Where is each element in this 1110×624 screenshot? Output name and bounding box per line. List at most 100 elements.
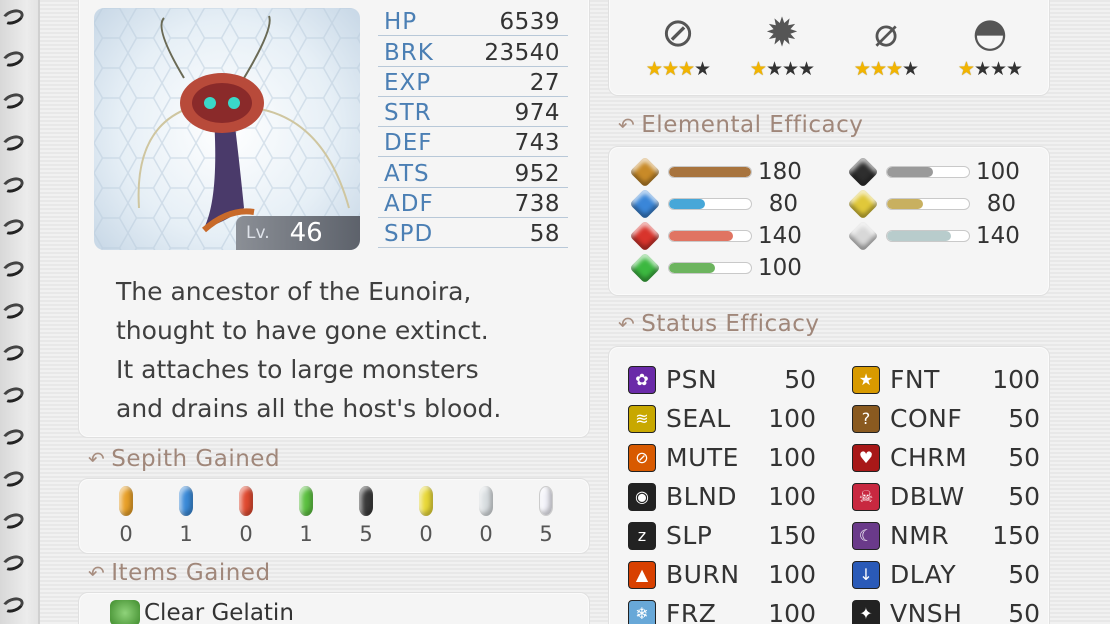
binding-ring — [0, 468, 26, 490]
level-badge: Lv. 46 — [236, 216, 360, 250]
sepith-item-mirage: 0 — [456, 486, 516, 546]
binding-ring — [0, 594, 26, 616]
status-value: 100 — [992, 365, 1040, 394]
stat-row-hp: HP 6539 — [378, 6, 568, 37]
status-value: 150 — [768, 521, 816, 550]
status-value: 50 — [1008, 482, 1040, 511]
status-value: 50 — [1008, 560, 1040, 589]
description-line: thought to have gone extinct. — [116, 316, 489, 345]
status-burn: ▲ BURN 100 — [628, 555, 816, 594]
stat-row-ats: ATS 952 — [378, 157, 568, 188]
sleep-icon: z — [628, 521, 656, 550]
binding-ring — [0, 384, 26, 406]
elem-value: 140 — [976, 223, 1020, 249]
binding-ring — [0, 216, 26, 238]
elemental-title-text: Elemental Efficacy — [641, 112, 864, 138]
elemental-section-title: ↶ Elemental Efficacy — [618, 112, 863, 138]
status-name: CONF — [890, 404, 963, 433]
stat-name: BRK — [384, 39, 434, 66]
stat-name: SPD — [384, 221, 434, 248]
mirage-gem-icon — [847, 220, 879, 252]
status-frz: ❄ FRZ 100 — [628, 594, 816, 624]
water-gem-icon — [629, 188, 661, 220]
elem-bar-fill — [669, 231, 733, 241]
status-value: 50 — [784, 365, 816, 394]
stat-row-def: DEF 743 — [378, 127, 568, 158]
status-name: VNSH — [890, 599, 963, 624]
binding-ring — [0, 90, 26, 112]
thrust-resist-icon: ✹ — [765, 10, 799, 56]
pierce-resist-icon: ⌀ — [873, 10, 899, 56]
status-dblw: ☠ DBLW 50 — [852, 477, 1040, 516]
sepith-item-fire: 0 — [216, 486, 276, 546]
stat-name: EXP — [384, 69, 432, 96]
fire-gem-icon — [629, 220, 661, 252]
sepith-title-text: Sepith Gained — [111, 446, 281, 472]
vanish-icon: ✦ — [852, 599, 880, 624]
confuse-icon: ? — [852, 404, 880, 433]
status-fnt: ★ FNT 100 — [852, 360, 1040, 399]
time-sepith-icon — [359, 486, 373, 516]
seal-icon: ≋ — [628, 404, 656, 433]
nightmare-icon: ☾ — [852, 521, 880, 550]
space-gem-icon — [847, 188, 879, 220]
stat-value: 738 — [514, 191, 560, 218]
status-slp: z SLP 150 — [628, 516, 816, 555]
faint-icon: ★ — [852, 365, 880, 394]
elem-value: 100 — [976, 159, 1020, 185]
status-title-text: Status Efficacy — [641, 311, 820, 337]
elem-water: 80 — [629, 188, 798, 220]
elem-bar — [668, 198, 752, 210]
rating-stars: ★★★★ — [957, 58, 1023, 80]
binding-ring — [0, 132, 26, 154]
status-mute: ⊘ MUTE 100 — [628, 438, 816, 477]
stat-name: STR — [384, 100, 432, 127]
stat-row-adf: ADF 738 — [378, 188, 568, 219]
status-value: 100 — [768, 482, 816, 511]
description-line: The ancestor of the Eunoira, — [116, 277, 472, 306]
status-seal: ≋ SEAL 100 — [628, 399, 816, 438]
level-value: 46 — [289, 218, 323, 248]
slash-resist-icon: ⊘ — [661, 10, 695, 56]
status-name: BURN — [666, 560, 740, 589]
elem-bar — [886, 230, 970, 242]
binding-ring — [0, 6, 26, 28]
water-sepith-icon — [179, 486, 193, 516]
status-blnd: ◉ BLND 100 — [628, 477, 816, 516]
item-entry[interactable]: Clear Gelatin — [110, 600, 294, 624]
sepith-count: 0 — [419, 522, 433, 546]
stat-row-str: STR 974 — [378, 97, 568, 128]
sepith-item-mass: 5 — [516, 486, 576, 546]
sepith-count: 5 — [539, 522, 553, 546]
status-value: 150 — [992, 521, 1040, 550]
status-name: PSN — [666, 365, 718, 394]
stat-name: ADF — [384, 191, 434, 218]
swirl-icon: ↶ — [618, 312, 636, 336]
swirl-icon: ↶ — [618, 113, 636, 137]
binding-ring — [0, 258, 26, 280]
status-name: NMR — [890, 521, 950, 550]
stat-name: DEF — [384, 130, 433, 157]
stat-value: 952 — [514, 160, 560, 187]
stat-value: 27 — [529, 69, 560, 96]
rating-stars: ★★★★ — [749, 58, 815, 80]
status-value: 50 — [1008, 599, 1040, 624]
status-name: DLAY — [890, 560, 957, 589]
mute-icon: ⊘ — [628, 443, 656, 472]
binding-ring — [0, 426, 26, 448]
elem-wind: 100 — [629, 252, 802, 284]
elem-value: 140 — [758, 223, 802, 249]
items-title-text: Items Gained — [111, 560, 271, 586]
elem-bar — [668, 262, 752, 274]
status-value: 100 — [768, 404, 816, 433]
sepith-count: 0 — [239, 522, 253, 546]
sepith-item-wind: 1 — [276, 486, 336, 546]
wind-sepith-icon — [299, 486, 313, 516]
sepith-section-title: ↶ Sepith Gained — [88, 446, 280, 472]
charm-icon: ♥ — [852, 443, 880, 472]
swirl-icon: ↶ — [88, 447, 106, 471]
rating-stars: ★★★★ — [853, 58, 919, 80]
poison-icon: ✿ — [628, 365, 656, 394]
stat-row-exp: EXP 27 — [378, 67, 568, 97]
sepith-item-earth: 0 — [96, 486, 156, 546]
